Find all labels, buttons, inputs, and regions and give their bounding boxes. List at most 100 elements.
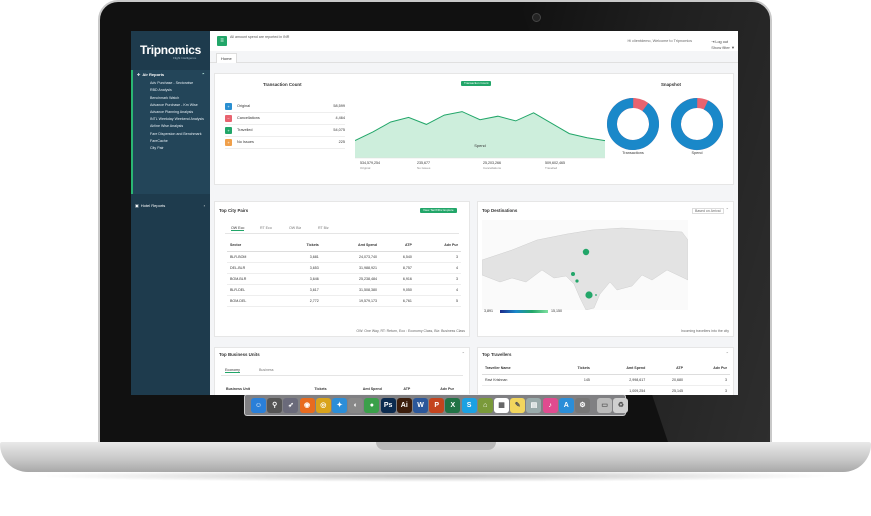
- column-header[interactable]: ATP: [379, 240, 415, 252]
- table-cell: 25,145: [648, 385, 687, 395]
- chevron-up-icon[interactable]: ⌃: [462, 351, 465, 356]
- notes-icon[interactable]: ✎: [510, 398, 526, 413]
- sidebar-item[interactable]: Airline Wise Analysis: [133, 124, 210, 129]
- finder-icon[interactable]: ☺: [251, 398, 266, 413]
- destination-marker[interactable]: [595, 294, 597, 296]
- app-icon[interactable]: ●: [364, 398, 380, 413]
- transaction-row[interactable]: + Original 58,599: [225, 103, 345, 113]
- sidebar-item[interactable]: Benchmark Watch: [133, 96, 210, 101]
- sidebar-item[interactable]: City Pair: [133, 146, 210, 151]
- column-header[interactable]: Traveller Name: [482, 363, 553, 375]
- transaction-row[interactable]: + Travelled 54,075: [225, 127, 345, 137]
- column-header[interactable]: ATP: [648, 363, 687, 375]
- city-pairs-tab[interactable]: OW Biz: [289, 226, 301, 230]
- app-logo[interactable]: Tripnomics: [140, 43, 201, 57]
- chrome-icon[interactable]: ◎: [315, 398, 331, 413]
- sidebar-item[interactable]: Adv Purchase - Sectorwise: [133, 81, 210, 86]
- currency-note: All amount spend are reported in INR: [230, 35, 290, 39]
- view-tariff-button[interactable]: View Tarrif/Rnr Explore: [420, 208, 457, 213]
- city-pairs-tab[interactable]: OW Eco: [231, 226, 245, 231]
- transaction-row[interactable]: + No Issues 225: [225, 139, 345, 149]
- appstore-icon[interactable]: A: [558, 398, 574, 413]
- firefox-icon[interactable]: ◉: [299, 398, 315, 413]
- business-units-tab[interactable]: Business: [259, 368, 274, 372]
- table-cell: 145: [552, 374, 593, 386]
- destination-marker[interactable]: [582, 248, 590, 256]
- column-header[interactable]: Tickets: [552, 363, 593, 375]
- folder-icon[interactable]: ▭: [597, 398, 613, 413]
- table-cell: BOM-DEL: [227, 295, 280, 307]
- table-cell: 8,757: [379, 262, 415, 274]
- column-header[interactable]: Adv Pur: [414, 240, 461, 252]
- table-cell: 19,579,173: [321, 295, 380, 307]
- illustrator-icon[interactable]: Ai: [396, 398, 412, 413]
- excel-icon[interactable]: X: [445, 398, 461, 413]
- transaction-row[interactable]: − Cancellations 4,464: [225, 115, 345, 125]
- show-filter-button[interactable]: Show filter ▼: [711, 45, 735, 50]
- legend-gradient: [500, 310, 548, 313]
- sidebar-section-hotel[interactable]: ▣ Hotel Reports ›: [131, 201, 210, 210]
- destination-marker[interactable]: [571, 272, 575, 276]
- safari-icon[interactable]: ✦: [332, 398, 347, 413]
- destination-marker[interactable]: [575, 279, 579, 283]
- donut-slice[interactable]: [605, 95, 662, 154]
- sidebar-item[interactable]: RBD Analysis: [133, 88, 210, 93]
- donut-slice[interactable]: [669, 96, 725, 152]
- tab-home[interactable]: Home: [216, 53, 237, 63]
- launchpad-icon[interactable]: ⚲: [267, 398, 283, 413]
- word-icon[interactable]: W: [413, 398, 428, 413]
- column-header[interactable]: Adv Pur: [686, 363, 730, 375]
- tabs-divider: [221, 375, 463, 376]
- sidebar-air-reports: ✈ Air Reports ⌃ Adv Purchase - Sectorwis…: [131, 70, 210, 194]
- skype-icon[interactable]: S: [461, 398, 477, 413]
- table-row[interactable]: DEL-BLR 3,653 31,988,921 8,757 4: [227, 262, 461, 274]
- city-pairs-tab[interactable]: RT Biz: [318, 226, 329, 230]
- column-header[interactable]: Amt Spend: [592, 363, 649, 375]
- transaction-count-pill[interactable]: Transaction Count: [461, 81, 492, 86]
- transaction-title: Transaction Count: [263, 82, 302, 87]
- chevron-up-icon: ⌃: [201, 72, 205, 77]
- destinations-dropdown[interactable]: Based on Arrival: [692, 208, 724, 214]
- chevron-up-icon[interactable]: ⌃: [726, 351, 729, 356]
- logout-link[interactable]: ⇥ Log out: [711, 39, 728, 44]
- minus-icon: −: [225, 115, 232, 122]
- table-row[interactable]: BOM-BLR 3,646 25,238,484 6,916 3: [227, 273, 461, 285]
- sidebar-item[interactable]: INTL Weekday Weekend Analysis: [133, 117, 210, 122]
- menu-toggle-button[interactable]: ≡: [217, 36, 227, 46]
- column-header[interactable]: Tickets: [279, 240, 322, 252]
- sidebar-item[interactable]: FareCache: [133, 139, 210, 144]
- business-units-tab[interactable]: Economy: [225, 368, 240, 373]
- photoshop-icon[interactable]: Ps: [380, 398, 396, 413]
- itunes-icon[interactable]: ♪: [542, 398, 558, 413]
- maps-icon[interactable]: ⌂: [477, 398, 493, 413]
- x-value-label: 509,602,465: [545, 161, 565, 165]
- sidebar-item[interactable]: Advance Planning Analysis: [133, 110, 210, 115]
- sidebar-section-air[interactable]: ✈ Air Reports ⌃: [133, 70, 210, 79]
- legend-max-value: 15,150: [551, 309, 562, 313]
- table-row[interactable]: BLR-BOM 3,681 24,073,740 6,540 3: [227, 251, 461, 263]
- table-cell: 2,772: [279, 295, 322, 307]
- system-icon[interactable]: ◐: [348, 398, 364, 413]
- table-row[interactable]: BOM-DEL 2,772 19,579,173 6,761 5: [227, 295, 461, 307]
- app-logo-sub: Flight Intelligence: [173, 56, 197, 60]
- area-fill: [355, 111, 605, 158]
- rocket-icon[interactable]: ➶: [283, 398, 299, 413]
- transaction-row-label: Original: [237, 104, 251, 108]
- table-row[interactable]: BLR-DEL 3,617 31,508,380 9,050 4: [227, 284, 461, 296]
- settings-icon[interactable]: ⚙: [575, 398, 590, 413]
- transaction-row-value: 4,464: [335, 116, 345, 120]
- sidebar-item[interactable]: Fare Dispersion and Benchmark: [133, 132, 210, 137]
- column-header[interactable]: Amt Spend: [321, 240, 380, 252]
- city-pairs-tab[interactable]: RT Eco: [260, 226, 272, 230]
- sidebar-item[interactable]: Advance Purchase - Km Wise: [133, 103, 210, 108]
- powerpoint-icon[interactable]: P: [429, 398, 445, 413]
- x-category-label: No Issues: [417, 166, 431, 170]
- row-divider: [225, 124, 345, 125]
- preview-icon[interactable]: ▤: [526, 398, 542, 413]
- destination-marker[interactable]: [585, 291, 593, 299]
- column-header[interactable]: Sector: [227, 240, 280, 252]
- chevron-up-icon[interactable]: ⌃: [726, 207, 729, 212]
- table-row[interactable]: Ravi Krishnan 145 2,998,617 20,680 3: [482, 374, 730, 386]
- calendar-icon[interactable]: ▦: [494, 398, 509, 413]
- trash-icon[interactable]: ♻: [613, 398, 629, 413]
